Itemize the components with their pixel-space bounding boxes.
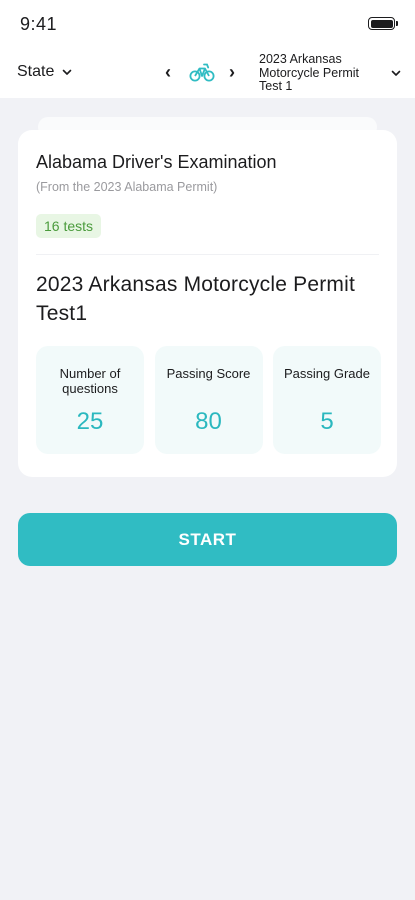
- divider: [36, 254, 379, 255]
- state-selector[interactable]: State: [17, 63, 72, 81]
- test-selector-label: 2023 Arkansas Motorcycle Permit Test 1: [259, 52, 360, 93]
- test-info-card: Alabama Driver's Examination (From the 2…: [18, 130, 397, 477]
- next-test-button[interactable]: ›: [229, 63, 235, 81]
- stat-passing-grade: Passing Grade 5: [273, 346, 381, 454]
- chevron-down-icon: [391, 70, 401, 77]
- start-button[interactable]: START: [18, 513, 397, 566]
- state-label: State: [17, 63, 55, 80]
- status-bar: 9:41: [0, 0, 415, 48]
- stat-label: Passing Grade: [284, 366, 370, 381]
- tests-count-badge: 16 tests: [36, 214, 102, 238]
- test-title: 2023 Arkansas Motorcycle Permit Test1: [36, 273, 355, 325]
- motorcycle-icon: [189, 63, 215, 82]
- nav-bar: State ‹ › 2023 Arkansas Motorcycle Permi…: [0, 48, 415, 98]
- test-stats: Number of questions 25 Passing Score 80 …: [36, 346, 381, 454]
- exam-source: (From the 2023 Alabama Permit): [36, 180, 218, 194]
- stat-passing-score: Passing Score 80: [154, 346, 263, 454]
- test-selector[interactable]: 2023 Arkansas Motorcycle Permit Test 1: [259, 52, 401, 94]
- stat-number-of-questions: Number of questions 25: [36, 346, 144, 454]
- exam-title: Alabama Driver's Examination: [36, 152, 277, 172]
- chevron-down-icon: [63, 69, 72, 75]
- stat-value: 5: [320, 408, 334, 435]
- stat-label: Passing Score: [166, 366, 251, 381]
- prev-test-button[interactable]: ‹: [165, 63, 171, 81]
- battery-icon: [368, 17, 398, 30]
- header: 9:41 State ‹ › 2023 Arkansas Motorcycle …: [0, 0, 415, 98]
- stat-value: 80: [195, 408, 222, 435]
- stat-value: 25: [76, 408, 104, 435]
- status-time: 9:41: [20, 14, 58, 34]
- stat-label: Number of questions: [59, 366, 121, 396]
